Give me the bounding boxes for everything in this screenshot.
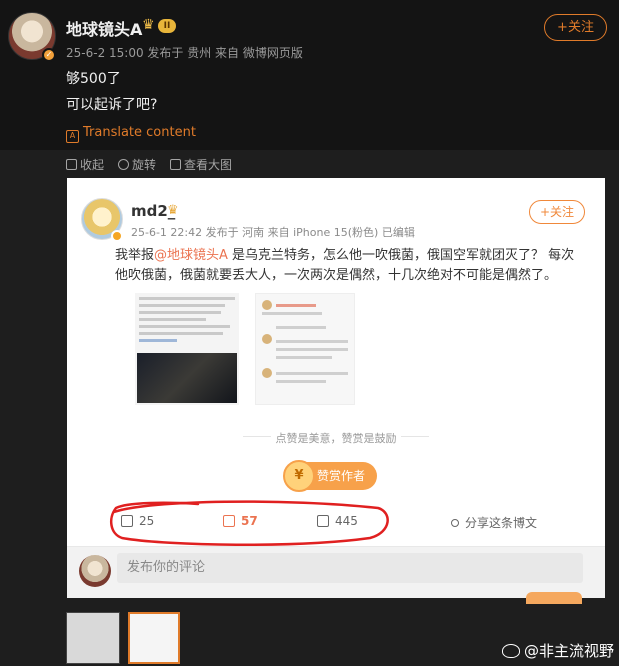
view-large-label: 查看大图: [184, 158, 233, 172]
rotate-label: 旋转: [132, 158, 157, 172]
verified-icon: [111, 230, 123, 242]
crown-icon: ♛: [142, 17, 155, 33]
post-text-line-1: 够500了: [66, 71, 121, 87]
card-post-text: 我举报@地球镜头A 是乌克兰特务，怎么他一吹俄菌，俄国空军就团灭了？ 每次他吹俄…: [115, 246, 585, 286]
collapse-button[interactable]: 收起: [66, 156, 104, 173]
red-scribble-annotation: [109, 500, 389, 546]
translate-link[interactable]: A Translate content: [66, 125, 196, 143]
level-badge: II: [158, 19, 176, 33]
translate-icon: A: [66, 130, 79, 143]
verified-icon: ✓: [42, 48, 56, 62]
coin-icon: ¥: [283, 460, 315, 492]
viewer-toolbar: 收起 旋转 查看大图: [66, 156, 232, 173]
post-text-line-2: 可以起诉了吧?: [66, 97, 158, 113]
post-meta: 25-6-2 15:00 发布于 贵州 来自 微博网页版: [66, 46, 303, 60]
watermark-text: @非主流视野: [524, 642, 615, 660]
username[interactable]: 地球镜头A: [66, 16, 142, 40]
orange-button-partial: [526, 592, 582, 604]
share-icon: [451, 518, 459, 527]
comment-input: 发布你的评论: [117, 553, 583, 583]
rotate-icon: [118, 159, 130, 170]
crown-icon: ♛: [167, 203, 179, 218]
card-follow-button: +关注: [529, 200, 585, 224]
zoom-icon: [170, 159, 182, 170]
follow-button[interactable]: +关注: [544, 14, 607, 41]
collapse-icon: [66, 159, 77, 170]
reward-button: ¥ 赞赏作者: [283, 460, 377, 492]
share-label: 分享这条博文: [465, 516, 538, 530]
rotate-button[interactable]: 旋转: [118, 156, 156, 173]
collapse-label: 收起: [80, 158, 105, 172]
card-text-start: 我举报: [115, 248, 155, 263]
reward-hint: 点赞是美意，赞赏是鼓励: [275, 432, 397, 445]
card-comment-area: 发布你的评论: [67, 546, 605, 598]
share-action: 分享这条博文: [451, 514, 537, 531]
card-image-2: [255, 293, 355, 405]
card-image-1: [135, 293, 239, 405]
post-header: ✓ 地球镜头A ♛ II 25-6-2 15:00 发布于 贵州 来自 微博网页…: [0, 0, 619, 150]
card-meta: 25-6-1 22:42 发布于 河南 来自 iPhone 15(粉色) 已编辑: [131, 226, 415, 239]
view-large-button[interactable]: 查看大图: [170, 156, 232, 173]
comment-avatar: [79, 555, 111, 587]
reward-label: 赞赏作者: [316, 469, 365, 483]
image-thumbnail-2[interactable]: [128, 612, 180, 664]
member-badge[interactable]: ♛ II: [142, 17, 178, 35]
translate-label: Translate content: [83, 125, 196, 140]
image-thumbnail-1[interactable]: [66, 612, 120, 664]
mention-link: @地球镜头A: [154, 248, 228, 263]
image-viewer: 收起 旋转 查看大图 md2_ ♛ 25-6-1 22:42 发布于 河南 来自…: [0, 150, 619, 666]
watermark: @非主流视野: [502, 640, 614, 661]
weibo-logo-icon: [502, 643, 520, 658]
